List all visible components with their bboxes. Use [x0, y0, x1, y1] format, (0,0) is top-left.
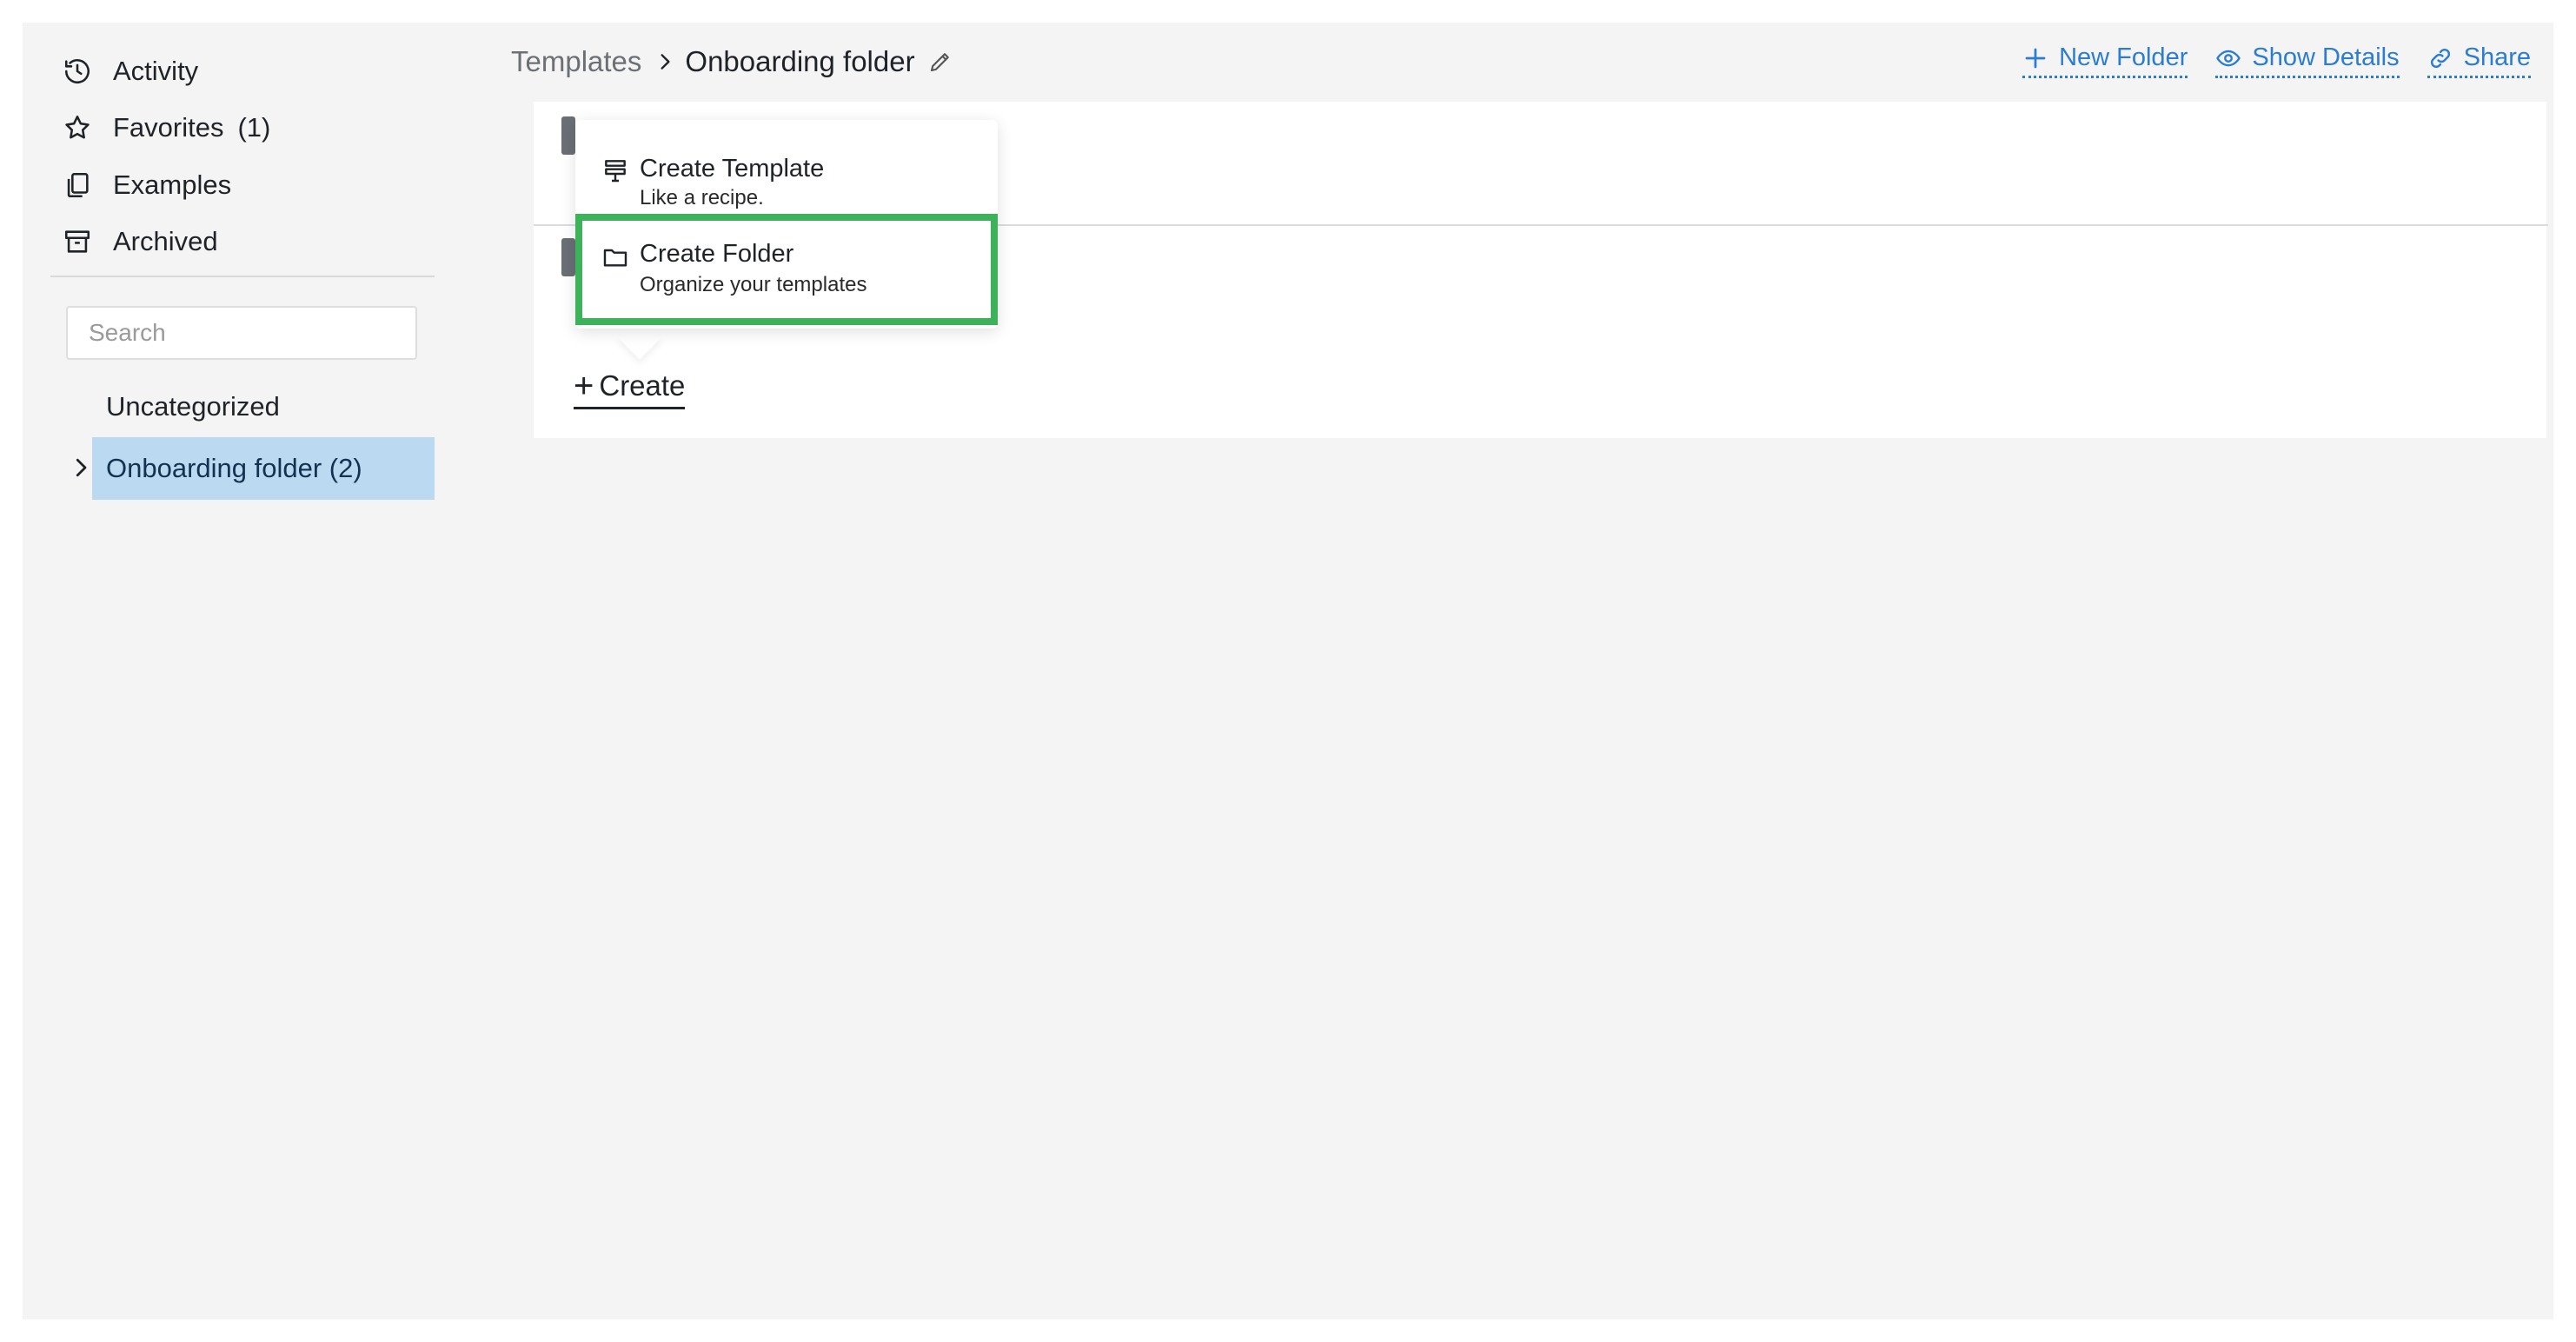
sidebar-item-label: Archived [113, 226, 218, 256]
create-button[interactable]: + Create [574, 367, 686, 409]
pencil-icon[interactable] [927, 49, 953, 75]
folder-label: Onboarding folder (2) [106, 453, 362, 483]
sidebar-item-label: Examples [113, 169, 232, 200]
show-details-label: Show Details [2252, 43, 2400, 71]
row-handle [561, 116, 575, 155]
link-icon [2430, 48, 2450, 68]
category-uncategorized[interactable]: Uncategorized [106, 391, 280, 422]
favorites-count: (1) [237, 112, 271, 143]
folder-icon [603, 249, 627, 267]
sidebar-item-archived[interactable]: Archived [63, 220, 218, 263]
create-folder-subtitle: Organize your templates [640, 273, 867, 296]
create-menu: Create Template Like a recipe. Create Fo… [575, 120, 998, 329]
show-details-button[interactable]: Show Details [2215, 43, 2400, 78]
chevron-right-icon [661, 54, 670, 70]
eye-icon [2216, 50, 2241, 66]
create-template-title: Create Template [640, 155, 825, 183]
plus-icon [2025, 48, 2046, 68]
share-button[interactable]: Share [2427, 43, 2531, 78]
create-template-subtitle: Like a recipe. [640, 186, 764, 209]
breadcrumb-root[interactable]: Templates [511, 45, 641, 78]
sidebar-divider [50, 276, 435, 277]
archive-icon [64, 230, 90, 253]
app-window: Activity Favorites (1) Examples Archived… [23, 23, 2553, 1319]
history-icon [64, 59, 90, 84]
breadcrumb: Templates Onboarding folder [511, 40, 953, 83]
new-folder-button[interactable]: New Folder [2022, 43, 2188, 78]
row-handle [561, 238, 575, 276]
sidebar-item-label: Activity [113, 56, 199, 86]
share-label: Share [2463, 43, 2531, 71]
copy-icon [67, 172, 89, 198]
sidebar-item-examples[interactable]: Examples [63, 163, 231, 207]
create-folder-option[interactable]: Create Folder Organize your templates [575, 214, 998, 325]
folder-onboarding[interactable]: Onboarding folder (2) [92, 437, 435, 500]
header-actions: New Folder Show Details Share [2022, 43, 2531, 78]
breadcrumb-current: Onboarding folder [685, 45, 915, 77]
star-icon [65, 115, 90, 139]
sidebar-item-activity[interactable]: Activity [63, 50, 198, 93]
search-input[interactable] [66, 306, 417, 360]
sidebar-item-favorites[interactable]: Favorites (1) [63, 106, 270, 149]
new-folder-label: New Folder [2059, 43, 2188, 71]
plus-icon: + [574, 367, 594, 405]
create-template-option[interactable]: Create Template Like a recipe. [575, 120, 998, 214]
template-icon [605, 160, 626, 183]
chevron-right-icon[interactable] [68, 455, 94, 481]
create-label: Create [599, 369, 686, 402]
create-folder-title: Create Folder [640, 240, 794, 268]
sidebar-item-label: Favorites [113, 112, 224, 143]
